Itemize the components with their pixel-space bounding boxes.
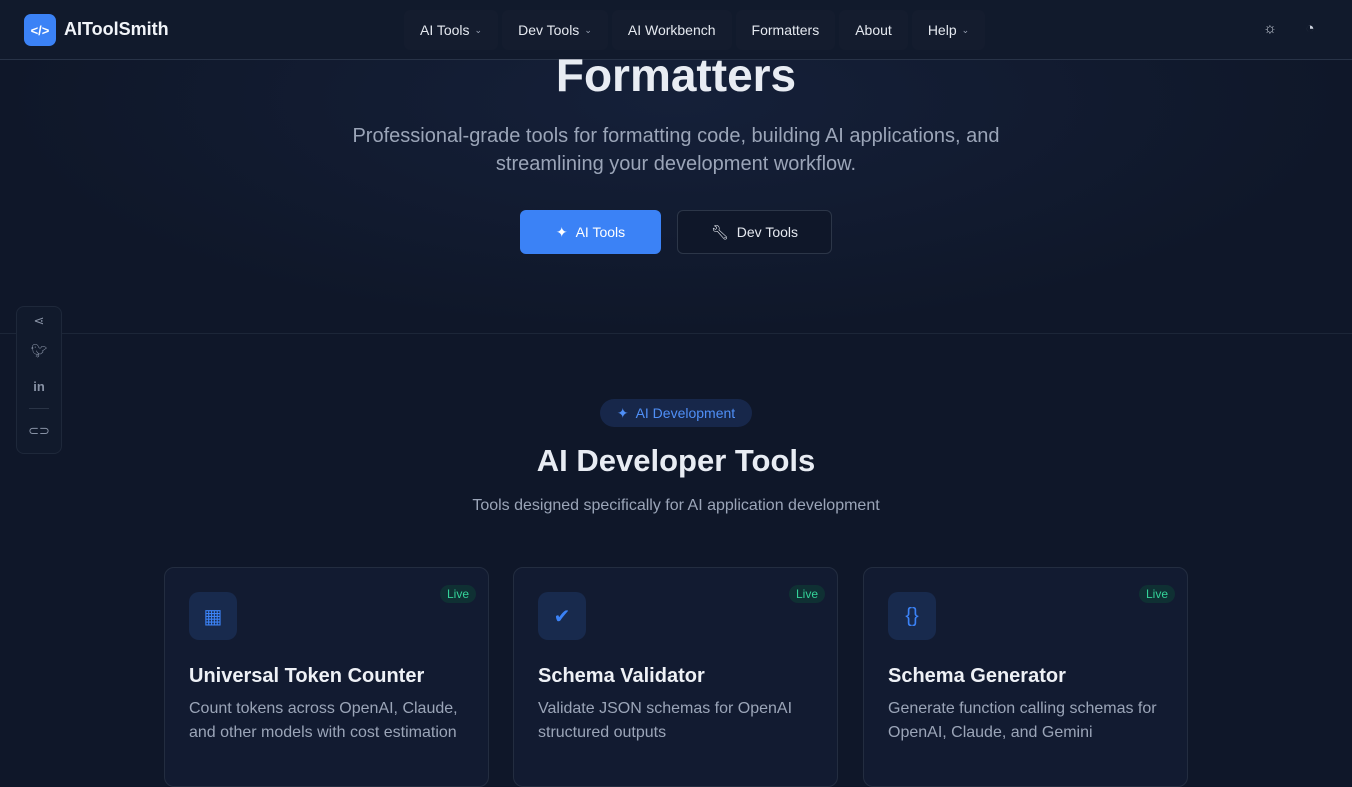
file-code-icon: {} (888, 592, 936, 640)
nav-label: About (855, 22, 892, 38)
nav-dev-tools[interactable]: Dev Tools ⌄ (502, 10, 608, 50)
card-description: Generate function calling schemas for Op… (888, 700, 1157, 741)
section-badge: ✦ AI Development (600, 399, 752, 427)
page-title: Formatters (555, 49, 797, 101)
sparkles-icon: ✦ (555, 223, 568, 240)
tool-card-token-counter[interactable]: ▦ Live Universal Token Counter Count tok… (164, 567, 489, 787)
sparkles-icon: ✦ (616, 404, 629, 421)
share-icon[interactable]: ⋖ (17, 313, 61, 329)
button-label: AI Tools (575, 224, 626, 240)
twitter-icon[interactable]: 🐦︎ (17, 343, 61, 359)
nav-label: AI Tools (420, 22, 470, 38)
nav-label: Dev Tools (518, 22, 580, 38)
wrench-icon: 🔧︎ (711, 223, 729, 240)
hero-subtitle: Professional-grade tools for formatting … (352, 125, 1000, 175)
sun-icon[interactable]: ☼ (1260, 20, 1280, 40)
card-title: Schema Generator (888, 665, 1066, 687)
nav-formatters[interactable]: Formatters (735, 10, 836, 50)
nav-label: Help (927, 22, 957, 38)
tool-card-schema-validator[interactable]: ✔ Live Schema Validator Validate JSON sc… (513, 567, 838, 787)
check-circle-icon: ✔ (538, 592, 586, 640)
card-title: Universal Token Counter (189, 665, 425, 687)
logo-icon[interactable]: </> (24, 14, 56, 46)
linkedin-icon[interactable]: in (17, 379, 61, 394)
share-sidebar: ⋖ 🐦︎ in ⊂⊃ (16, 306, 62, 454)
live-badge: Live (439, 585, 476, 603)
card-description: Validate JSON schemas for OpenAI structu… (538, 700, 793, 741)
nav-ai-workbench[interactable]: AI Workbench (611, 10, 732, 50)
chevron-down-icon: ⌄ (584, 24, 592, 35)
palette-icon[interactable]: ◔ (1300, 20, 1320, 40)
nav-label: AI Workbench (627, 22, 716, 38)
card-title: Schema Validator (538, 665, 705, 687)
section-subtitle: Tools designed specifically for AI appli… (472, 497, 880, 514)
link-icon[interactable]: ⊂⊃ (17, 423, 61, 439)
dev-tools-button[interactable]: 🔧︎ Dev Tools (677, 210, 832, 254)
calculator-icon: ▦ (189, 592, 237, 640)
tool-card-schema-generator[interactable]: {} Live Schema Generator Generate functi… (863, 567, 1188, 787)
nav-about[interactable]: About (839, 10, 908, 50)
nav-label: Formatters (751, 22, 820, 38)
button-label: Dev Tools (736, 224, 798, 240)
chevron-down-icon: ⌄ (961, 24, 970, 35)
brand-name[interactable]: AIToolSmith (64, 19, 169, 40)
section-title: AI Developer Tools (536, 443, 816, 478)
nav-ai-tools[interactable]: AI Tools ⌄ (404, 10, 499, 50)
live-badge: Live (1138, 585, 1175, 603)
card-description: Count tokens across OpenAI, Claude, and … (189, 700, 458, 741)
live-badge: Live (788, 585, 825, 603)
chevron-down-icon: ⌄ (474, 24, 483, 35)
ai-tools-button[interactable]: ✦ AI Tools (520, 210, 661, 254)
badge-label: AI Development (635, 405, 736, 421)
nav-help[interactable]: Help ⌄ (911, 10, 986, 50)
